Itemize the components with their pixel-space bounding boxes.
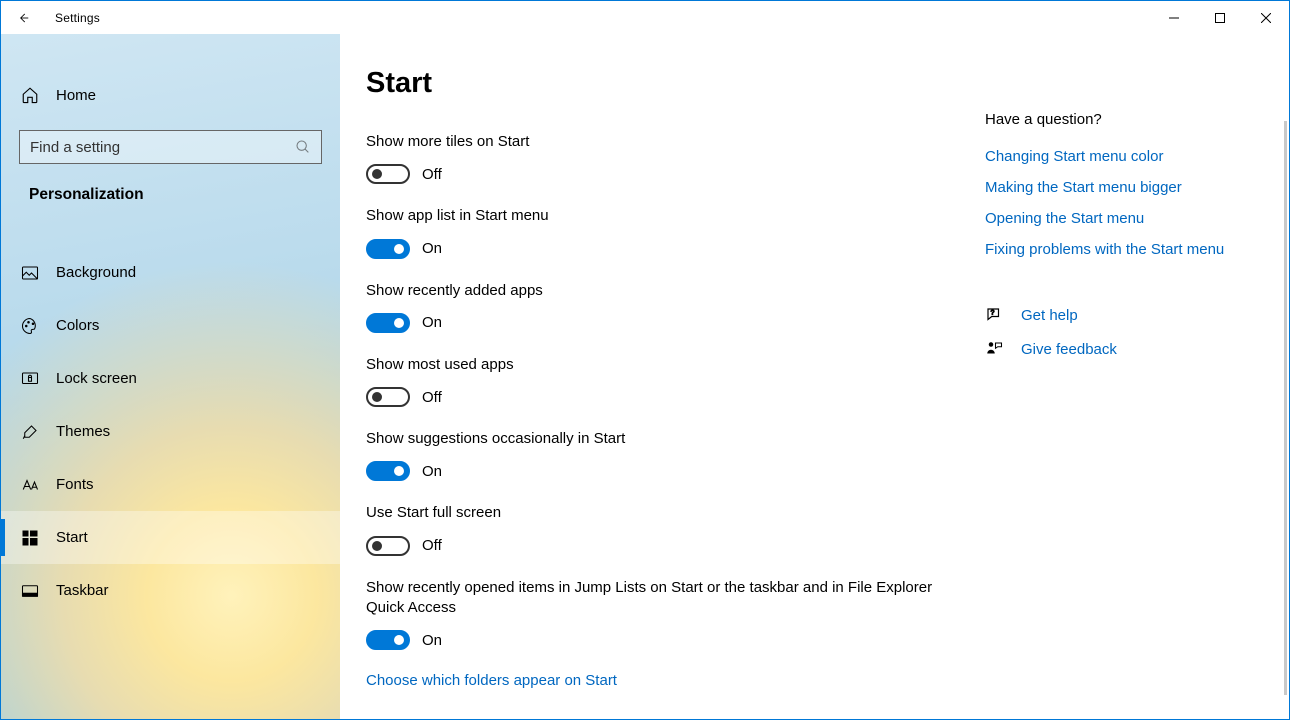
setting-row: Show recently opened items in Jump Lists… xyxy=(366,578,961,651)
get-help-icon: ? xyxy=(985,306,1003,324)
sidebar-item-label: Lock screen xyxy=(56,370,137,387)
toggle-switch[interactable] xyxy=(366,239,410,259)
aside-link[interactable]: Making the Start menu bigger xyxy=(985,179,1265,196)
toggle-state: On xyxy=(422,314,442,331)
toggle-state: On xyxy=(422,240,442,257)
aside-link[interactable]: Changing Start menu color xyxy=(985,148,1265,165)
sidebar-item-label: Colors xyxy=(56,317,99,334)
sidebar-item-lock-screen[interactable]: Lock screen xyxy=(1,352,340,405)
sidebar-home[interactable]: Home xyxy=(1,74,340,116)
setting-label: Show suggestions occasionally in Start xyxy=(366,429,961,449)
scrollbar[interactable] xyxy=(1284,121,1287,695)
fonts-icon xyxy=(21,476,39,494)
aside-link[interactable]: Opening the Start menu xyxy=(985,210,1265,227)
get-help-link[interactable]: Get help xyxy=(1021,307,1078,324)
paintbrush-icon xyxy=(21,423,39,441)
sidebar-item-label: Start xyxy=(56,529,88,546)
toggle-state: Off xyxy=(422,166,442,183)
toggle-switch[interactable] xyxy=(366,164,410,184)
toggle-switch[interactable] xyxy=(366,461,410,481)
home-icon xyxy=(21,86,39,104)
search-icon xyxy=(295,139,311,155)
sidebar-item-fonts[interactable]: Fonts xyxy=(1,458,340,511)
sidebar-item-themes[interactable]: Themes xyxy=(1,405,340,458)
setting-row: Show app list in Start menu On xyxy=(366,206,961,258)
start-icon xyxy=(21,529,39,547)
back-button[interactable] xyxy=(1,1,45,34)
sidebar-home-label: Home xyxy=(56,87,96,104)
taskbar-icon xyxy=(21,582,39,600)
setting-label: Show most used apps xyxy=(366,355,961,375)
toggle-state: On xyxy=(422,463,442,480)
svg-text:?: ? xyxy=(991,309,995,316)
maximize-icon xyxy=(1215,13,1225,23)
sidebar-item-label: Themes xyxy=(56,423,110,440)
toggle-state: On xyxy=(422,632,442,649)
setting-label: Show recently added apps xyxy=(366,281,961,301)
palette-icon xyxy=(21,317,39,335)
sidebar-item-taskbar[interactable]: Taskbar xyxy=(1,564,340,617)
aside-heading: Have a question? xyxy=(985,111,1265,128)
setting-row: Show suggestions occasionally in Start On xyxy=(366,429,961,481)
lock-screen-icon xyxy=(21,370,39,388)
toggle-switch[interactable] xyxy=(366,536,410,556)
toggle-state: Off xyxy=(422,537,442,554)
sidebar-category: Personalization xyxy=(1,164,340,214)
feedback-icon xyxy=(985,340,1003,358)
setting-row: Show most used apps Off xyxy=(366,355,961,407)
sidebar-item-label: Background xyxy=(56,264,136,281)
sidebar-item-label: Taskbar xyxy=(56,582,109,599)
arrow-left-icon xyxy=(16,11,30,25)
sidebar: Home Personalization Background xyxy=(1,34,340,719)
search-input[interactable] xyxy=(30,139,295,156)
minimize-button[interactable] xyxy=(1151,1,1197,34)
setting-label: Show recently opened items in Jump Lists… xyxy=(366,578,961,619)
content: Start Show more tiles on Start Off Show ap… xyxy=(340,34,1289,719)
setting-row: Show more tiles on Start Off xyxy=(366,132,961,184)
close-button[interactable] xyxy=(1243,1,1289,34)
folders-link[interactable]: Choose which folders appear on Start xyxy=(366,672,961,689)
sidebar-item-label: Fonts xyxy=(56,476,94,493)
picture-icon xyxy=(21,264,39,282)
toggle-switch[interactable] xyxy=(366,313,410,333)
aside: Have a question? Changing Start menu col… xyxy=(985,67,1265,719)
setting-row: Show recently added apps On xyxy=(366,281,961,333)
toggle-state: Off xyxy=(422,389,442,406)
window-title: Settings xyxy=(55,11,100,25)
setting-label: Show more tiles on Start xyxy=(366,132,961,152)
page-title: Start xyxy=(366,67,961,100)
sidebar-item-start[interactable]: Start xyxy=(1,511,340,564)
sidebar-item-colors[interactable]: Colors xyxy=(1,299,340,352)
titlebar: Settings xyxy=(1,1,1289,34)
minimize-icon xyxy=(1169,13,1179,23)
give-feedback-link[interactable]: Give feedback xyxy=(1021,341,1117,358)
sidebar-item-background[interactable]: Background xyxy=(1,246,340,299)
toggle-switch[interactable] xyxy=(366,630,410,650)
aside-link[interactable]: Fixing problems with the Start menu xyxy=(985,241,1265,258)
setting-label: Use Start full screen xyxy=(366,503,961,523)
search-input-wrap[interactable] xyxy=(19,130,322,164)
setting-row: Use Start full screen Off xyxy=(366,503,961,555)
setting-label: Show app list in Start menu xyxy=(366,206,961,226)
toggle-switch[interactable] xyxy=(366,387,410,407)
maximize-button[interactable] xyxy=(1197,1,1243,34)
close-icon xyxy=(1261,13,1271,23)
